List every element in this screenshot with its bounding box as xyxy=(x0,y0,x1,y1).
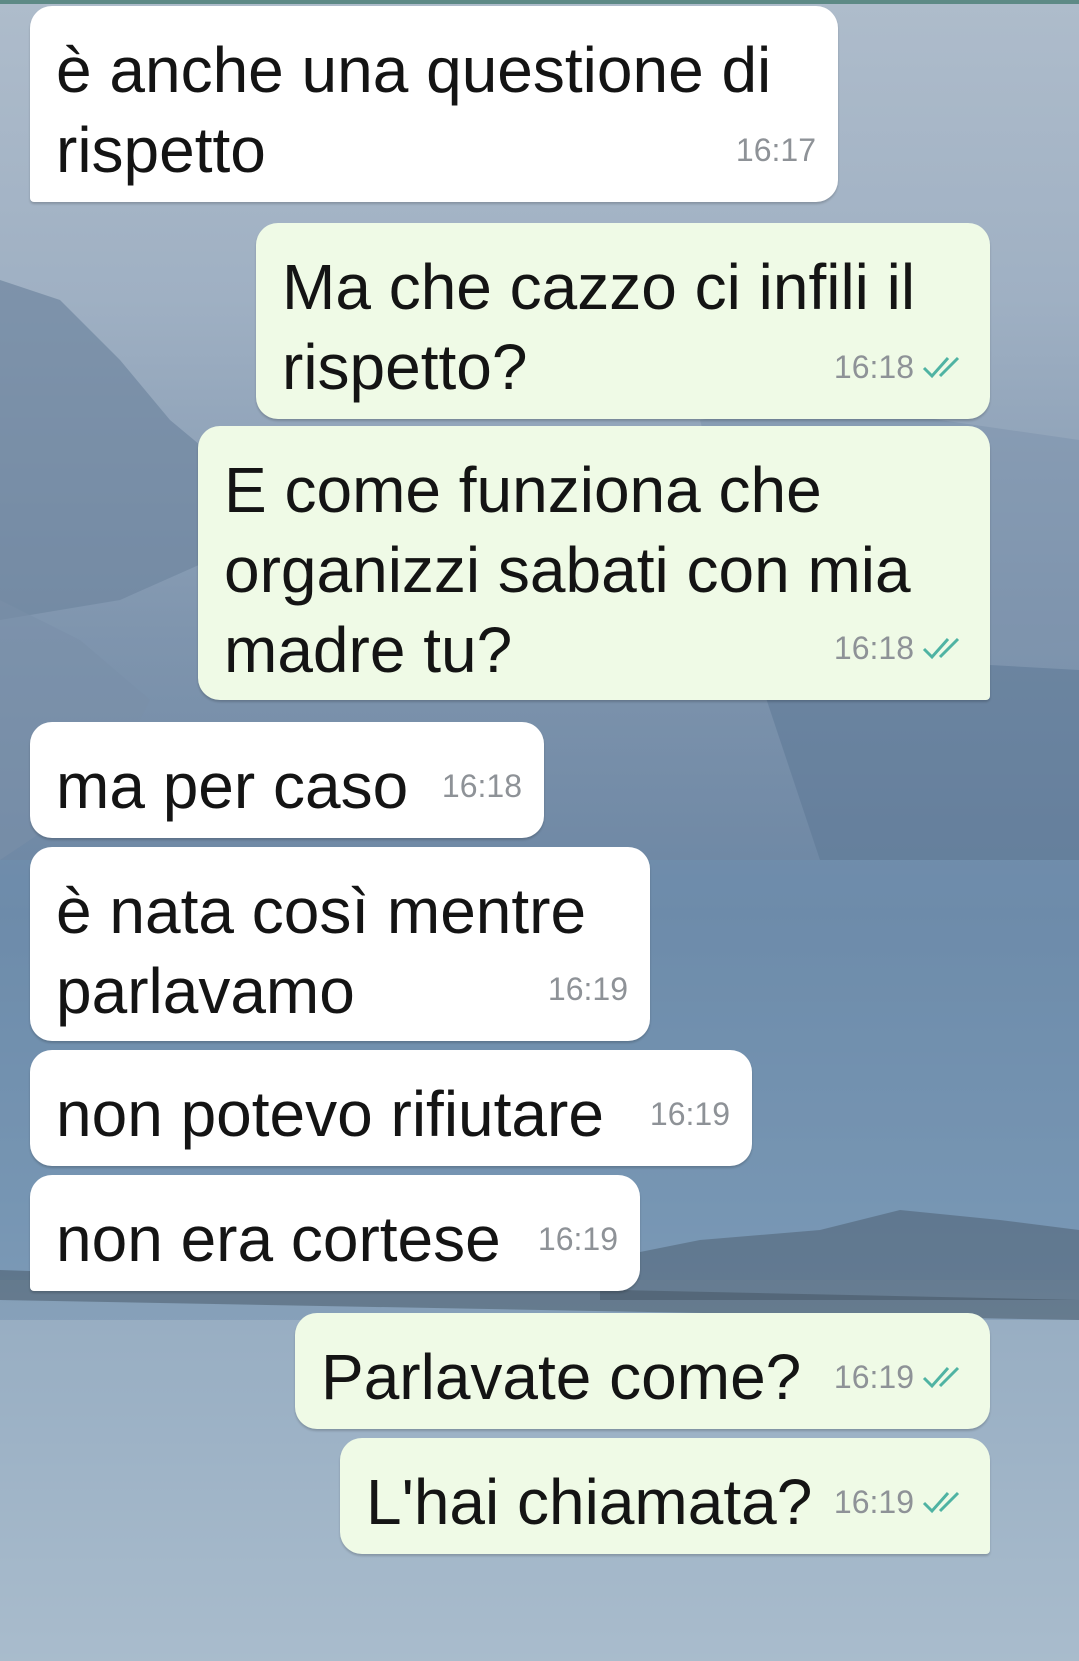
message-meta: 16:19 xyxy=(538,1199,618,1279)
message-bubble-incoming[interactable]: è nata così mentre parlavamo 16:19 xyxy=(30,847,650,1041)
message-meta: 16:18 xyxy=(834,608,968,688)
message-bubble-outgoing[interactable]: E come funziona che organizzi sabati con… xyxy=(198,426,990,700)
message-text: non era cortese xyxy=(56,1203,501,1275)
message-text: è anche una questione di rispetto xyxy=(56,34,772,186)
message-time: 16:19 xyxy=(649,1096,730,1132)
message-meta: 16:17 xyxy=(736,110,816,190)
message-meta: 16:18 xyxy=(834,327,968,407)
double-check-icon xyxy=(922,1366,960,1389)
message-bubble-incoming[interactable]: non potevo rifiutare 16:19 xyxy=(30,1050,752,1166)
message-bubble-incoming[interactable]: ma per caso 16:18 xyxy=(30,722,544,838)
top-border xyxy=(0,0,1079,4)
message-meta: 16:19 xyxy=(834,1462,968,1542)
message-bubble-incoming[interactable]: è anche una questione di rispetto 16:17 xyxy=(30,6,838,202)
message-time: 16:18 xyxy=(833,630,914,666)
message-meta: 16:18 xyxy=(442,746,522,826)
message-bubble-incoming[interactable]: non era cortese 16:19 xyxy=(30,1175,640,1291)
message-time: 16:18 xyxy=(833,349,914,385)
message-meta: 16:19 xyxy=(548,949,628,1029)
double-check-icon xyxy=(922,637,960,660)
message-meta: 16:19 xyxy=(650,1074,730,1154)
message-text: non potevo rifiutare xyxy=(56,1078,604,1150)
message-time: 16:19 xyxy=(547,971,628,1007)
message-time: 16:17 xyxy=(735,132,816,168)
message-bubble-outgoing[interactable]: L'hai chiamata? 16:19 xyxy=(340,1438,990,1554)
double-check-icon xyxy=(922,356,960,379)
message-time: 16:19 xyxy=(833,1484,914,1520)
message-text: è nata così mentre parlavamo xyxy=(56,875,587,1027)
message-time: 16:19 xyxy=(537,1221,618,1257)
message-meta: 16:19 xyxy=(834,1337,968,1417)
message-bubble-outgoing[interactable]: Parlavate come? 16:19 xyxy=(295,1313,990,1429)
message-time: 16:18 xyxy=(441,768,522,804)
double-check-icon xyxy=(922,1491,960,1514)
message-bubble-outgoing[interactable]: Ma che cazzo ci infili il rispetto? 16:1… xyxy=(256,223,990,419)
message-time: 16:19 xyxy=(833,1359,914,1395)
